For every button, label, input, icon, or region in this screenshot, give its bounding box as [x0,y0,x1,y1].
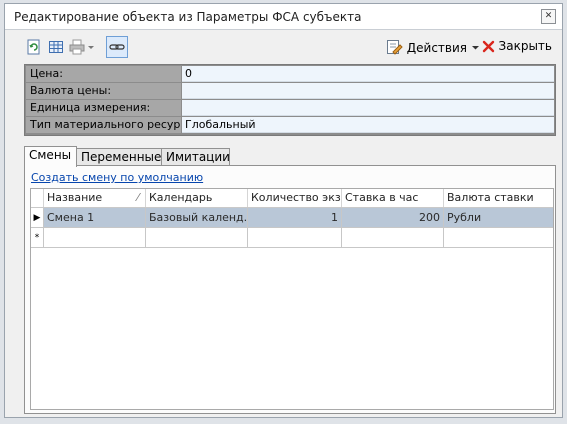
document-edit-icon [386,40,403,55]
property-label: Цена: [26,66,181,82]
sort-icon: ⁄ [137,191,139,204]
property-row-price[interactable]: Цена: 0 [26,66,554,82]
resource-type-value[interactable]: Глобальный [182,117,554,133]
property-label: Единица измерения: [26,100,181,116]
properties-grid: Цена: 0 Валюта цены: Единица измерения: … [24,64,556,136]
shift-count-cell[interactable]: 1 [248,208,342,228]
property-row-resource-type[interactable]: Тип материального ресурса: Глобальный [26,117,554,133]
property-row-unit[interactable]: Единица измерения: [26,100,554,116]
shifts-table: Название ⁄ Календарь Количество экз... С… [30,188,554,410]
new-row-cell[interactable] [444,228,553,248]
tab-shifts[interactable]: Смены [24,146,77,167]
new-row-marker: * [31,228,44,248]
shift-calendar-cell[interactable]: Базовый календ... [146,208,248,228]
editor-window: Редактирование объекта из Параметры ФСА … [4,3,563,418]
actions-label: Действия [406,40,467,55]
current-row-indicator-icon: ▶ [31,208,44,228]
column-header-rate[interactable]: Ставка в час [342,189,444,207]
unit-value[interactable] [182,100,554,116]
link-icon[interactable] [106,36,128,58]
new-row-cell[interactable] [146,228,248,248]
title-bar: Редактирование объекта из Параметры ФСА … [5,4,562,30]
column-header-label: Название [47,191,103,204]
new-row-cell[interactable] [44,228,146,248]
column-header-name[interactable]: Название ⁄ [44,189,146,207]
column-header-calendar[interactable]: Календарь [146,189,248,207]
column-header-count[interactable]: Количество экз... [248,189,342,207]
property-label: Тип материального ресурса: [26,117,181,133]
table-row[interactable]: ▶ Смена 1 Базовый календ... 1 200 Рубли [31,208,553,228]
tab-simulations[interactable]: Имитации [161,148,230,166]
close-label: Закрыть [498,39,552,53]
print-icon[interactable] [69,38,95,56]
actions-menu-button[interactable]: Действия [386,39,480,56]
shifts-panel: Создать смену по умолчанию Название ⁄ Ка… [24,165,556,414]
currency-value[interactable] [182,83,554,99]
shift-name-cell[interactable]: Смена 1 [44,208,146,228]
row-header-corner [31,189,44,207]
price-value[interactable]: 0 [182,66,554,82]
chevron-down-icon [472,46,479,50]
column-header-currency[interactable]: Валюта ставки [444,189,553,207]
toolbar: Действия Закрыть [20,34,557,61]
create-default-shift-link[interactable]: Создать смену по умолчанию [31,171,203,184]
property-row-currency[interactable]: Валюта цены: [26,83,554,99]
table-view-icon[interactable] [48,38,64,56]
new-row-cell[interactable] [342,228,444,248]
tab-variables[interactable]: Переменные [76,148,162,166]
window-title: Редактирование объекта из Параметры ФСА … [14,10,362,24]
new-row[interactable]: * [31,228,553,248]
shift-rate-cell[interactable]: 200 [342,208,444,228]
close-button[interactable]: Закрыть [482,39,552,53]
refresh-icon[interactable] [26,38,42,56]
window-close-button[interactable]: ✕ [541,9,556,24]
new-row-cell[interactable] [248,228,342,248]
close-icon [482,40,494,52]
shift-currency-cell[interactable]: Рубли [444,208,553,228]
table-header: Название ⁄ Календарь Количество экз... С… [31,189,553,208]
property-label: Валюта цены: [26,83,181,99]
